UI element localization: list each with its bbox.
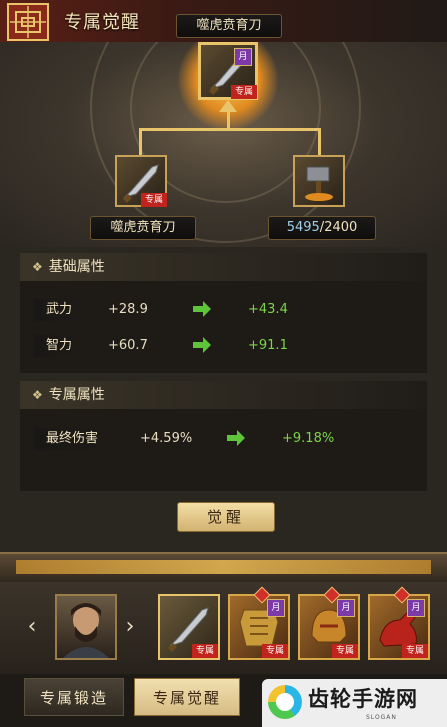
exclusive-tag: 专属 [231, 85, 257, 99]
arrow-right-icon [193, 301, 211, 317]
target-item-name: 噬虎贲育刀 [176, 14, 282, 38]
emblem-icon [7, 3, 49, 41]
awaken-button[interactable]: 觉醒 [177, 502, 275, 532]
inventory-slot[interactable]: 专属 [158, 594, 220, 660]
arrow-up-icon [219, 100, 237, 112]
connector-line [139, 128, 321, 131]
stat-new-value: +43.4 [248, 302, 288, 317]
tab-exclusive-forge[interactable]: 专属锻造 [24, 678, 124, 716]
bullet-icon: ❖ [32, 260, 43, 274]
stat-new-value: +9.18% [282, 431, 335, 446]
chest-light-strip [16, 560, 431, 574]
base-attributes-title-text: 基础属性 [48, 259, 105, 275]
material-count: 5495/2400 [268, 216, 376, 240]
exclusive-attributes-title-text: 专属属性 [48, 387, 105, 403]
page-title: 专属觉醒 [64, 12, 140, 33]
inventory-slot[interactable]: 月 专属 [298, 586, 360, 660]
stat-new-value: +91.1 [248, 338, 288, 353]
exclusive-tag: 专属 [402, 644, 428, 658]
material-count-required: 2400 [324, 220, 358, 235]
stat-old-value: +4.59% [140, 431, 193, 446]
bullet-icon: ❖ [32, 388, 43, 402]
inventory-slot[interactable]: 月 专属 [228, 586, 290, 660]
exclusive-attributes-title: ❖ 专属属性 [20, 381, 427, 409]
exclusive-attributes-panel: ❖ 专属属性 最终伤害 +4.59% +9.18% [20, 381, 427, 491]
stat-old-value: +28.9 [108, 302, 148, 317]
exclusive-tag: 专属 [192, 644, 218, 658]
watermark-logo-icon [268, 685, 302, 719]
hammer-icon [305, 166, 333, 201]
hero-avatar-icon [63, 603, 109, 658]
material-item-slot[interactable]: 专属 [115, 155, 167, 207]
hero-portrait[interactable] [55, 594, 117, 660]
base-attributes-panel: ❖ 基础属性 武力 +28.9 +43.4 智力 +60.7 +91.1 [20, 253, 427, 373]
exclusive-tag: 专属 [262, 644, 288, 658]
stat-label: 武力 [34, 299, 85, 321]
material-item-name: 噬虎贲育刀 [90, 216, 196, 240]
target-item-slot[interactable]: 月 专属 [198, 42, 258, 100]
stat-label: 最终伤害 [34, 428, 111, 450]
site-watermark: 齿轮手游网 SLOGAN [262, 679, 447, 727]
moon-badge: 月 [234, 48, 252, 66]
stat-row: 最终伤害 +4.59% +9.18% [20, 426, 427, 452]
watermark-text: 齿轮手游网 [308, 687, 418, 711]
stat-row: 武力 +28.9 +43.4 [20, 297, 427, 323]
connector-line [318, 128, 321, 156]
tab-exclusive-awaken[interactable]: 专属觉醒 [134, 678, 240, 716]
stat-old-value: +60.7 [108, 338, 148, 353]
arrow-right-icon [227, 430, 245, 446]
moon-badge: 月 [267, 599, 285, 617]
arrow-right-icon [193, 337, 211, 353]
watermark-subtext: SLOGAN [366, 714, 397, 721]
connector-line [139, 128, 142, 156]
exclusive-tag: 专属 [332, 644, 358, 658]
next-hero-button[interactable]: › [122, 616, 138, 638]
prev-hero-button[interactable]: ‹ [24, 616, 40, 638]
moon-badge: 月 [337, 599, 355, 617]
material-count-current: 5495 [286, 220, 320, 235]
inventory-slot[interactable]: 月 专属 [368, 586, 430, 660]
forge-material-slot[interactable] [293, 155, 345, 207]
stat-row: 智力 +60.7 +91.1 [20, 333, 427, 359]
stat-label: 智力 [34, 335, 85, 357]
base-attributes-title: ❖ 基础属性 [20, 253, 427, 281]
exclusive-tag: 专属 [141, 193, 167, 207]
moon-badge: 月 [407, 599, 425, 617]
